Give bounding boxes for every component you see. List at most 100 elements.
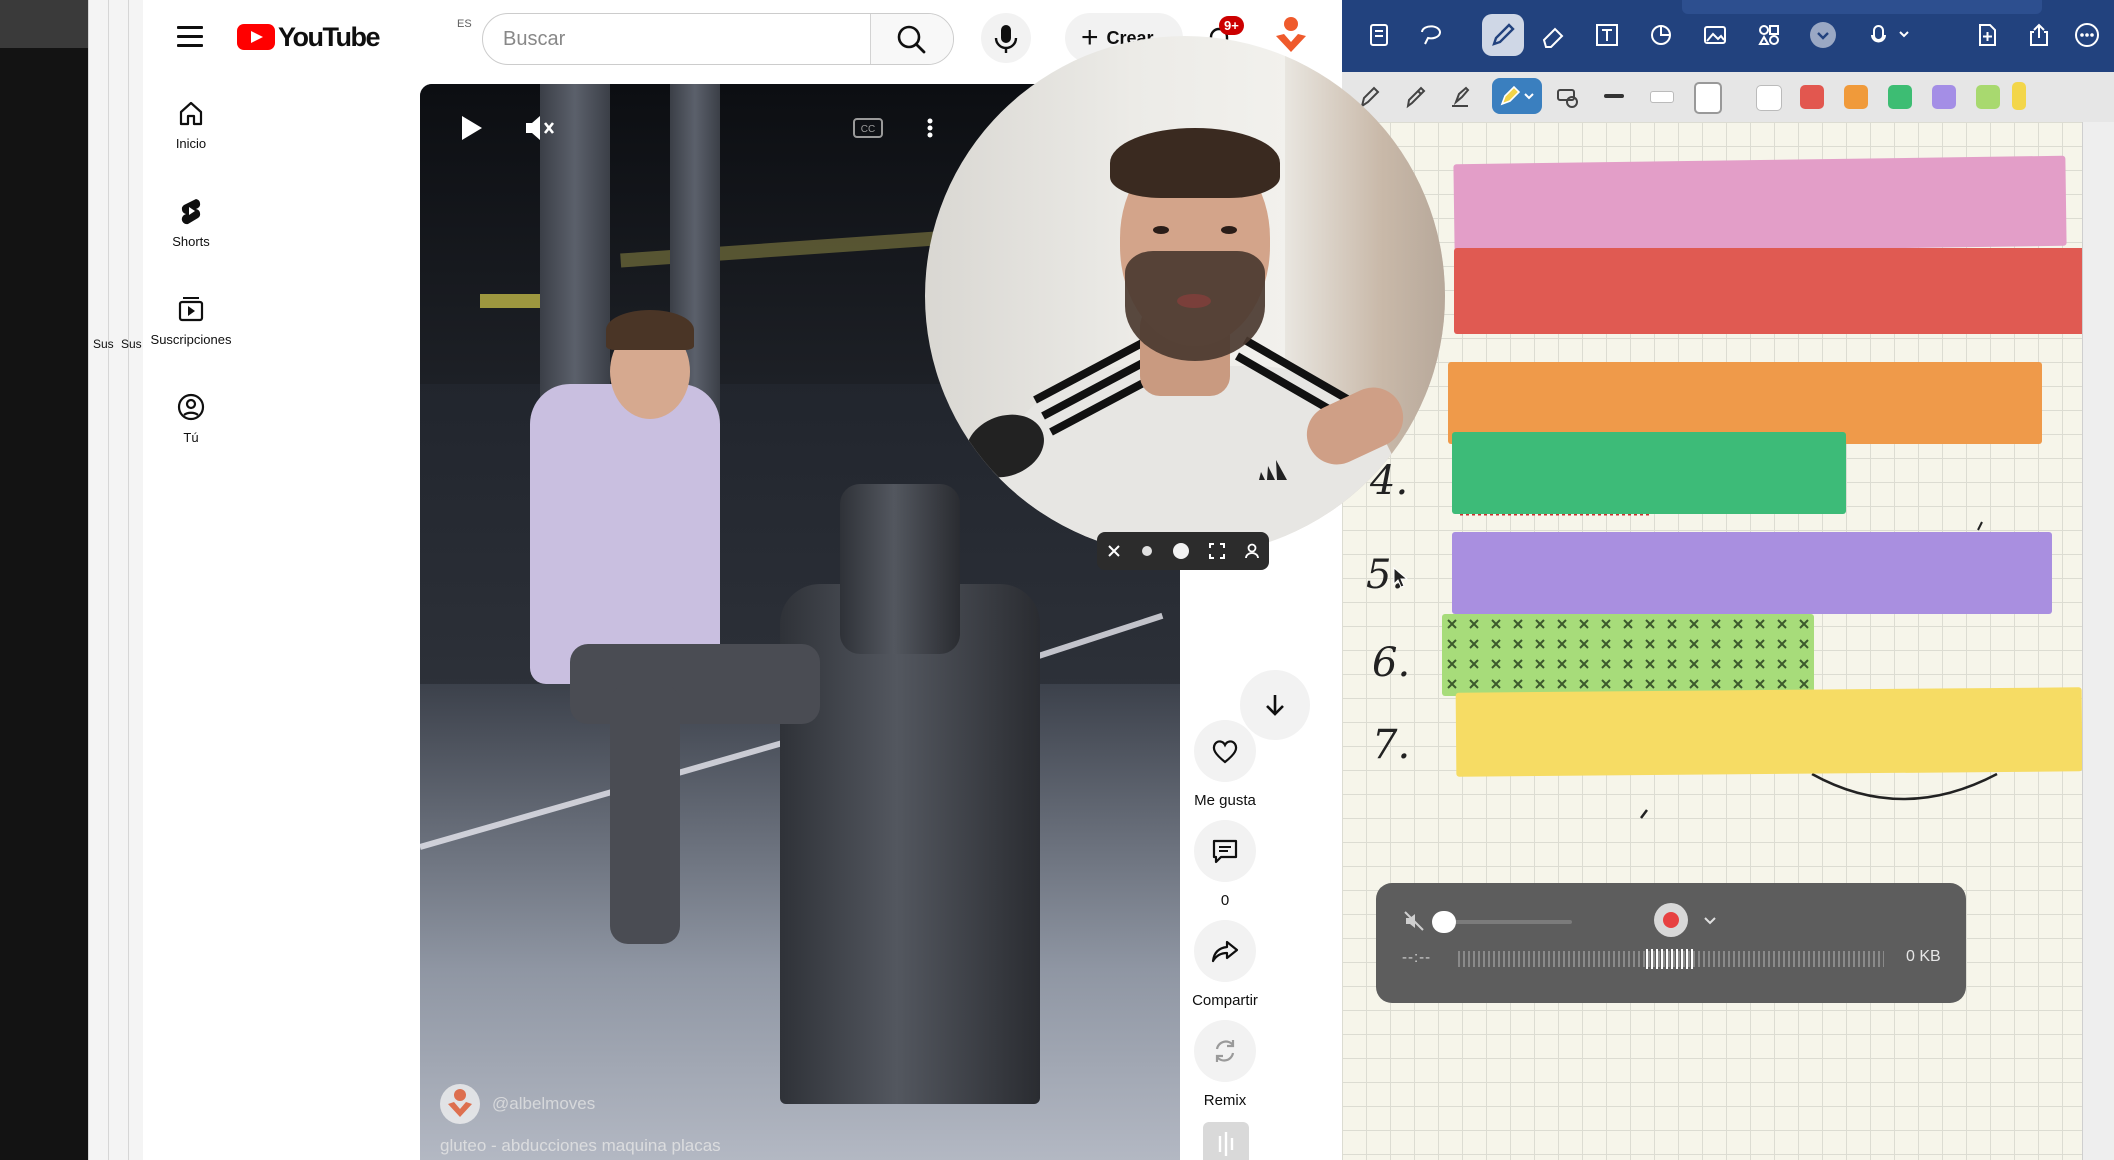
nav-item-suscripciones[interactable]: Suscripciones	[143, 294, 239, 347]
pen-tool-active[interactable]	[1482, 14, 1524, 56]
share-button[interactable]: Compartir	[1171, 920, 1279, 1009]
nav-item-shorts[interactable]: Shorts	[143, 196, 239, 249]
background-window-edge	[128, 0, 144, 1160]
person-icon[interactable]	[1243, 542, 1261, 560]
color-swatch[interactable]	[1844, 85, 1868, 109]
plus-icon: +	[1081, 21, 1099, 54]
elements-icon[interactable]	[1754, 20, 1784, 50]
eraser-icon[interactable]	[1538, 20, 1568, 50]
desktop-background	[0, 0, 88, 1160]
record-button[interactable]	[1654, 903, 1688, 937]
youtube-play-icon	[237, 24, 275, 50]
medium-size-icon[interactable]	[1171, 541, 1191, 561]
nav-item-tu[interactable]: Tú	[143, 392, 239, 445]
nav-item-inicio[interactable]: Inicio	[143, 98, 239, 151]
pen-icon	[1492, 23, 1515, 46]
search-button[interactable]	[870, 14, 953, 64]
soundwave-icon	[1218, 1132, 1234, 1156]
thin-stroke-option[interactable]	[1604, 94, 1624, 98]
person-hoodie	[530, 384, 720, 684]
thick-stroke-option[interactable]	[1694, 82, 1722, 114]
medium-stroke-option[interactable]	[1650, 91, 1674, 103]
person-legs	[570, 644, 820, 724]
pen-options-bar	[1342, 72, 2114, 123]
person-leg	[610, 684, 680, 944]
mute-icon[interactable]	[520, 108, 560, 148]
close-icon[interactable]	[1105, 542, 1123, 560]
remix-button[interactable]: Remix	[1171, 1020, 1279, 1109]
notes-toolbar	[1342, 0, 2114, 72]
nav-label: Tú	[183, 430, 199, 445]
notification-badge: 9+	[1219, 16, 1244, 35]
notes-app-window: 4. 5. 6. 7. --:-- 0 KB	[1342, 0, 2114, 1160]
arrow-down-icon	[1266, 695, 1284, 716]
nav-label: Shorts	[172, 234, 210, 249]
brush-pen-icon[interactable]	[1446, 82, 1476, 112]
image-icon[interactable]	[1700, 20, 1730, 50]
more-options-circle-icon[interactable]	[2072, 20, 2102, 50]
color-swatch[interactable]	[1800, 85, 1824, 109]
tape-band-green[interactable]	[1452, 432, 1846, 514]
tape-band-purple[interactable]	[1452, 532, 2052, 614]
chevron-down-icon[interactable]	[1701, 911, 1719, 929]
color-swatch[interactable]	[2012, 82, 2026, 110]
share-export-icon[interactable]	[2024, 20, 2054, 50]
tape-cross-pattern	[1442, 614, 1814, 696]
tape-band-red[interactable]	[1454, 248, 2094, 334]
audio-record-icon[interactable]	[1868, 20, 1918, 50]
color-swatch[interactable]	[1976, 85, 2000, 109]
home-icon	[179, 101, 203, 126]
page-edge	[2082, 122, 2114, 1160]
volume-slider-knob[interactable]	[1432, 911, 1456, 933]
video-title: gluteo - abducciones maquina placas	[440, 1136, 721, 1155]
remix-icon	[1215, 1040, 1235, 1062]
nav-label: Inicio	[175, 136, 207, 151]
color-swatch[interactable]	[1888, 85, 1912, 109]
speaker-muted-icon[interactable]	[1402, 909, 1426, 933]
text-box-icon[interactable]	[1592, 20, 1622, 50]
shapes-icon[interactable]	[1646, 20, 1676, 50]
captions-icon[interactable]: CC	[848, 108, 888, 148]
tape-band-lightgreen[interactable]	[1442, 614, 1814, 696]
sound-button[interactable]	[1203, 1122, 1249, 1160]
small-size-icon[interactable]	[1140, 544, 1154, 558]
new-page-icon[interactable]	[1972, 20, 2002, 50]
tape-tool-icon[interactable]	[1552, 82, 1582, 112]
voice-search-button[interactable]	[981, 13, 1031, 63]
background-window-edge	[88, 0, 109, 1160]
channel-handle: @albelmoves	[492, 1094, 596, 1113]
highlighter-tool-active[interactable]	[1492, 78, 1542, 114]
volume-slider-track[interactable]	[1442, 920, 1572, 924]
more-options-icon[interactable]	[920, 108, 940, 148]
person-mouth	[1177, 294, 1211, 308]
search-input[interactable]	[483, 14, 885, 64]
more-tools-button[interactable]	[1810, 22, 1836, 48]
webcam-controls	[1097, 532, 1269, 570]
remix-label: Remix	[1203, 1092, 1247, 1109]
share-icon	[1211, 940, 1239, 963]
tape-band-pink[interactable]	[1453, 155, 2067, 255]
like-label: Me gusta	[1194, 792, 1256, 809]
channel-info[interactable]: @albelmoves	[440, 1084, 595, 1124]
color-swatch[interactable]	[1756, 85, 1782, 111]
menu-icon[interactable]	[177, 26, 203, 48]
you-icon	[177, 393, 205, 421]
microphone-icon	[994, 25, 1018, 53]
webcam-overlay[interactable]	[925, 36, 1445, 556]
nav-label: Suscripciones	[150, 332, 232, 347]
adidas-logo-icon	[1259, 460, 1287, 480]
color-swatch[interactable]	[1932, 85, 1956, 109]
audio-waveform-playhead	[1646, 949, 1694, 969]
fullscreen-icon[interactable]	[1208, 542, 1226, 560]
search-box	[482, 13, 954, 65]
gym-machine-seat	[840, 484, 960, 654]
handwritten-number: 6.	[1372, 640, 1411, 686]
behind-window-label: Sus	[121, 337, 142, 351]
behind-window-label: Sus	[93, 337, 114, 351]
youtube-logo[interactable]: YouTube ES	[237, 18, 472, 52]
play-icon[interactable]	[450, 108, 490, 148]
next-short-button[interactable]	[1240, 670, 1310, 740]
comment-button[interactable]: 0	[1171, 820, 1279, 909]
handwritten-number: 7.	[1372, 722, 1411, 768]
tape-band-yellow[interactable]	[1455, 687, 2083, 777]
